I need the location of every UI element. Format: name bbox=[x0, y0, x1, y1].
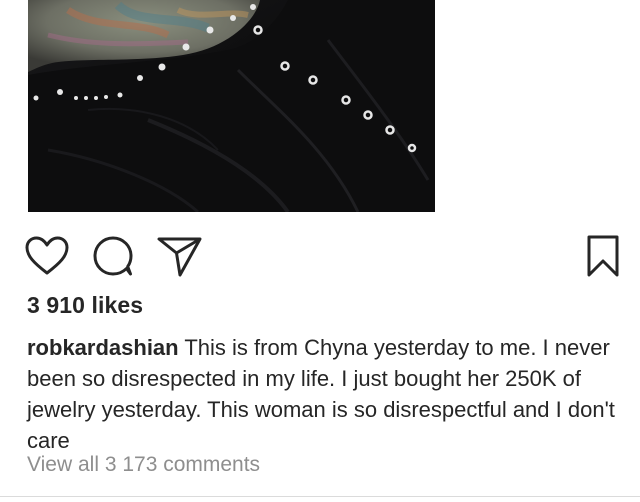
likes-count[interactable]: 3 910 likes bbox=[27, 292, 143, 319]
bookmark-icon[interactable] bbox=[586, 234, 620, 278]
share-icon[interactable] bbox=[155, 235, 203, 277]
caption-username[interactable]: robkardashian bbox=[27, 335, 179, 360]
post-photo[interactable] bbox=[28, 0, 435, 212]
comment-icon[interactable] bbox=[92, 235, 134, 277]
post-caption: robkardashian This is from Chyna yesterd… bbox=[27, 332, 627, 456]
heart-icon[interactable] bbox=[24, 235, 70, 277]
post-photo-image bbox=[28, 0, 435, 212]
action-bar bbox=[0, 228, 640, 284]
divider bbox=[0, 496, 640, 497]
view-comments-link[interactable]: View all 3 173 comments bbox=[27, 453, 260, 477]
